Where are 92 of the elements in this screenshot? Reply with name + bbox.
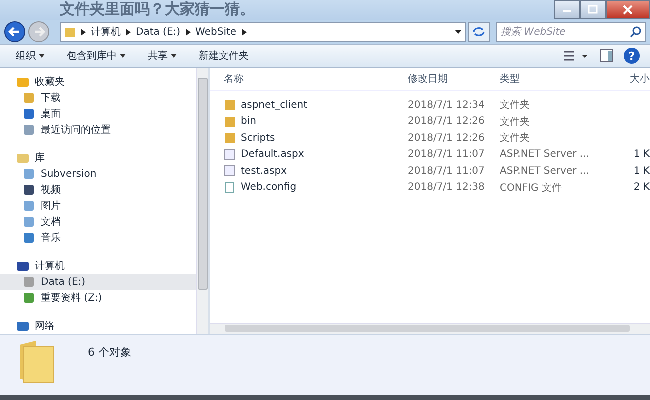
file-icon: [224, 116, 236, 128]
refresh-icon: [472, 26, 486, 38]
scroll-thumb[interactable]: [225, 325, 630, 332]
folder-icon: [64, 26, 76, 38]
nav-icon: [22, 124, 36, 136]
nav-item[interactable]: 重要资料 (Z:): [0, 290, 196, 306]
table-cell-text: 2018/7/1 12:26: [408, 116, 486, 128]
column-header[interactable]: 修改日期: [408, 72, 500, 86]
column-header[interactable]: 名称: [210, 72, 408, 86]
nav-item[interactable]: 音乐: [0, 230, 196, 246]
column-header[interactable]: 类型: [500, 72, 596, 86]
table-cell-text: CONFIG 文件: [500, 182, 563, 195]
chevron-icon[interactable]: [81, 28, 86, 36]
nav-icon: [22, 232, 36, 244]
toolbar-button[interactable]: 共享: [142, 47, 183, 65]
nav-item[interactable]: 下载: [0, 90, 196, 106]
maximize-icon: [587, 4, 599, 14]
dropdown-icon[interactable]: [455, 30, 462, 34]
search-field[interactable]: 搜索 WebSite: [496, 22, 646, 42]
nav-item[interactable]: 桌面: [0, 106, 196, 122]
nav-icon: [22, 276, 36, 288]
nav-item[interactable]: Subversion: [0, 166, 196, 182]
help-button[interactable]: ?: [624, 48, 640, 64]
toolbar-button[interactable]: 包含到库中: [61, 47, 132, 65]
nav-icon: [22, 92, 36, 104]
maximize-button[interactable]: [580, 0, 606, 19]
file-name[interactable]: Default.aspx: [241, 149, 304, 160]
file-icon: [224, 148, 236, 161]
table-cell-text: 2018/7/1 12:26: [408, 132, 486, 144]
table-cell-text: 文件夹: [500, 116, 531, 129]
close-button[interactable]: [606, 0, 650, 19]
nav-section[interactable]: 库: [0, 150, 196, 166]
file-name[interactable]: aspnet_client: [241, 100, 308, 111]
table-cell-text: 2018/7/1 12:34: [408, 100, 486, 111]
address-bar[interactable]: 计算机 Data (E:) WebSite: [60, 22, 466, 42]
nav-item[interactable]: Data (E:): [0, 274, 196, 290]
scrollbar[interactable]: [210, 323, 650, 334]
view-options-icon[interactable]: [562, 49, 590, 63]
table-cell-text: 文件夹: [500, 132, 531, 146]
file-name[interactable]: Scripts: [241, 132, 276, 144]
file-icon: [224, 165, 236, 178]
background-text: 文件夹里面吗？大家猜一猜。: [60, 0, 255, 19]
breadcrumb[interactable]: WebSite: [196, 26, 237, 38]
file-name[interactable]: test.aspx: [241, 166, 287, 177]
table-cell-text: 2018/7/1 12:38: [408, 182, 486, 194]
back-button[interactable]: [4, 21, 26, 43]
nav-icon: [16, 76, 30, 88]
table-cell: 2 K: [634, 182, 650, 194]
toolbar-button[interactable]: 组织: [10, 47, 51, 65]
file-icon: [224, 182, 236, 194]
nav-item[interactable]: 最近访问的位置: [0, 122, 196, 138]
table-cell-text: ASP.NET Server ...: [500, 166, 590, 177]
nav-section[interactable]: 计算机: [0, 258, 196, 274]
table-cell-text: ASP.NET Server ...: [500, 149, 590, 160]
preview-pane-icon[interactable]: [600, 49, 614, 63]
nav-icon: [22, 184, 36, 196]
close-icon: [622, 4, 634, 14]
table-cell: 1 K: [634, 149, 650, 160]
scroll-thumb[interactable]: [198, 78, 208, 290]
chevron-icon[interactable]: [186, 28, 191, 36]
nav-icon: [22, 216, 36, 228]
nav-section[interactable]: 收藏夹: [0, 74, 196, 90]
nav-item[interactable]: 视频: [0, 182, 196, 198]
breadcrumb[interactable]: Data (E:): [136, 26, 181, 38]
refresh-button[interactable]: [468, 22, 490, 42]
minimize-button[interactable]: [554, 0, 580, 19]
column-header[interactable]: 大小: [596, 72, 650, 86]
nav-icon: [22, 292, 36, 304]
nav-icon: [22, 168, 36, 180]
table-cell-text: 2018/7/1 11:07: [408, 166, 486, 177]
nav-icon: [16, 260, 30, 272]
file-icon: [224, 132, 236, 144]
file-icon: [224, 99, 236, 112]
table-cell-text: 2018/7/1 11:07: [408, 149, 486, 160]
scrollbar[interactable]: [196, 68, 208, 334]
table-cell-text: 文件夹: [500, 98, 531, 112]
table-cell: 1 K: [634, 166, 650, 177]
toolbar-button[interactable]: 新建文件夹: [193, 47, 255, 65]
chevron-icon[interactable]: [242, 28, 247, 36]
nav-item[interactable]: 图片: [0, 198, 196, 214]
nav-icon: [22, 200, 36, 212]
file-name[interactable]: Web.config: [241, 182, 297, 194]
chevron-icon[interactable]: [126, 28, 131, 36]
nav-section[interactable]: 网络: [0, 318, 196, 334]
search-icon: [630, 26, 642, 38]
breadcrumb[interactable]: 计算机: [91, 25, 121, 39]
item-count: 6 个对象: [88, 345, 132, 360]
nav-icon: [22, 108, 36, 120]
nav-icon: [16, 320, 30, 332]
nav-item[interactable]: 文档: [0, 214, 196, 230]
nav-icon: [16, 152, 30, 164]
file-name[interactable]: bin: [241, 116, 256, 128]
